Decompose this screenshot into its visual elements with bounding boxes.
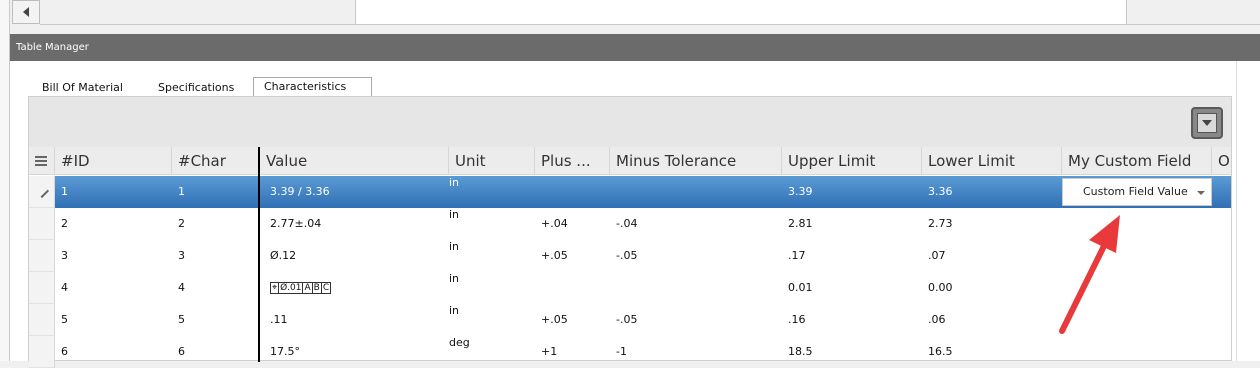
grid-header: #ID #Char Value Unit Plus ... Minus Tole… [29, 147, 1231, 175]
cell-id[interactable]: 2 [55, 208, 68, 240]
menu-icon [35, 156, 47, 166]
top-field[interactable] [355, 0, 1127, 25]
cell-upper[interactable]: 3.39 [782, 176, 813, 208]
panel-title: Table Manager [10, 34, 1260, 61]
cell-unit[interactable]: in [443, 240, 459, 272]
cell-upper[interactable]: .16 [782, 304, 806, 336]
table-row[interactable]: 1 1 3.39 / 3.36 in 3.39 3.36 Custom Fiel… [29, 176, 1231, 208]
custom-field-dropdown[interactable]: Custom Field Value [1062, 178, 1212, 206]
cell-unit[interactable]: in [443, 304, 459, 336]
cell-value[interactable]: .11 [264, 304, 288, 336]
gdt-tolerance: Ø.01 [278, 282, 304, 294]
cell-plus[interactable]: +.04 [535, 208, 568, 240]
cell-unit[interactable]: in [443, 272, 459, 304]
cell-minus[interactable]: -.04 [610, 208, 637, 240]
cell-plus[interactable]: +.05 [535, 304, 568, 336]
row-header[interactable] [29, 176, 55, 208]
dropdown-arrow-icon [1197, 113, 1217, 133]
cell-minus[interactable] [610, 176, 616, 208]
tab-specifications[interactable]: Specifications [148, 77, 244, 97]
top-field-left [40, 0, 355, 25]
scroll-left-button[interactable] [12, 0, 40, 24]
cell-id[interactable]: 3 [55, 240, 68, 272]
cell-id[interactable]: 5 [55, 304, 68, 336]
cell-char[interactable]: 4 [172, 272, 185, 304]
table-row[interactable]: 3 3 Ø.12 in +.05 -.05 .17 .07 [29, 240, 1231, 272]
cell-char[interactable]: 3 [172, 240, 185, 272]
cell-minus[interactable]: -.05 [610, 304, 637, 336]
tab-characteristics[interactable]: Characteristics [253, 77, 372, 97]
gdt-datum-c: C [320, 282, 332, 294]
cell-id[interactable]: 6 [55, 336, 68, 368]
chevron-left-icon [23, 7, 29, 17]
cell-lower[interactable]: 2.73 [922, 208, 953, 240]
cell-value-gdt[interactable]: ⌖ Ø.01 A B C [264, 272, 332, 304]
cell-unit[interactable]: in [443, 176, 459, 208]
table-row[interactable]: 4 4 ⌖ Ø.01 A B C in 0.01 0.00 [29, 272, 1231, 304]
header-upper-limit[interactable]: Upper Limit [782, 147, 922, 175]
chevron-down-icon [1197, 191, 1205, 195]
row-header[interactable] [29, 272, 55, 304]
cell-char[interactable]: 1 [172, 176, 185, 208]
header-lower-limit[interactable]: Lower Limit [922, 147, 1062, 175]
characteristics-grid: #ID #Char Value Unit Plus ... Minus Tole… [28, 96, 1232, 368]
cell-upper[interactable]: .17 [782, 240, 806, 272]
cell-unit[interactable]: deg [443, 336, 470, 368]
column-chooser[interactable] [29, 147, 55, 175]
cell-plus[interactable] [535, 272, 541, 304]
cell-lower[interactable]: 16.5 [922, 336, 953, 368]
cell-plus[interactable] [535, 176, 541, 208]
cell-lower[interactable]: .07 [922, 240, 946, 272]
header-char[interactable]: #Char [172, 147, 259, 175]
grid-toolbar [29, 97, 1231, 147]
cell-lower[interactable]: .06 [922, 304, 946, 336]
cell-plus[interactable]: +.05 [535, 240, 568, 272]
cell-minus[interactable]: -1 [610, 336, 627, 368]
cell-upper[interactable]: 18.5 [782, 336, 813, 368]
row-header[interactable] [29, 336, 55, 368]
cell-upper[interactable]: 0.01 [782, 272, 813, 304]
cell-id[interactable]: 1 [55, 176, 68, 208]
left-edge [0, 0, 10, 361]
cell-value[interactable]: Ø.12 [264, 240, 296, 272]
tab-bill-of-material[interactable]: Bill Of Material [32, 77, 133, 97]
cell-minus[interactable]: -.05 [610, 240, 637, 272]
table-row[interactable]: 2 2 2.77±.04 in +.04 -.04 2.81 2.73 [29, 208, 1231, 240]
cell-char[interactable]: 5 [172, 304, 185, 336]
pencil-icon [34, 183, 50, 199]
cell-lower[interactable]: 3.36 [922, 176, 953, 208]
cell-plus[interactable]: +1 [535, 336, 557, 368]
cell-value[interactable]: 2.77±.04 [264, 208, 321, 240]
table-row[interactable]: 6 6 17.5° deg +1 -1 18.5 16.5 [29, 336, 1231, 368]
header-my-custom-field[interactable]: My Custom Field [1062, 147, 1212, 175]
header-minus-tolerance[interactable]: Minus Tolerance [610, 147, 782, 175]
custom-field-value: Custom Field Value [1083, 185, 1188, 198]
cell-minus[interactable] [610, 272, 616, 304]
cell-char[interactable]: 2 [172, 208, 185, 240]
table-row[interactable]: 5 5 .11 in +.05 -.05 .16 .06 [29, 304, 1231, 336]
row-header[interactable] [29, 208, 55, 240]
cell-value[interactable]: 17.5° [264, 336, 300, 368]
row-header[interactable] [29, 240, 55, 272]
cell-unit[interactable]: in [443, 208, 459, 240]
cell-value[interactable]: 3.39 / 3.36 [264, 176, 330, 208]
row-header[interactable] [29, 304, 55, 336]
vertical-scrollbar[interactable] [1236, 61, 1260, 361]
frozen-column-divider[interactable] [258, 147, 260, 362]
header-op[interactable]: Op [1212, 147, 1231, 175]
feature-control-frame: ⌖ Ø.01 A B C [270, 282, 332, 294]
top-bar [0, 0, 1260, 361]
cell-id[interactable]: 4 [55, 272, 68, 304]
header-unit[interactable]: Unit [449, 147, 535, 175]
cell-char[interactable]: 6 [172, 336, 185, 368]
header-id[interactable]: #ID [55, 147, 172, 175]
top-field-right [1127, 0, 1260, 25]
cell-upper[interactable]: 2.81 [782, 208, 813, 240]
header-value[interactable]: Value [260, 147, 449, 175]
cell-lower[interactable]: 0.00 [922, 272, 953, 304]
grid-options-button[interactable] [1191, 107, 1223, 139]
header-plus-tolerance[interactable]: Plus ... [535, 147, 610, 175]
